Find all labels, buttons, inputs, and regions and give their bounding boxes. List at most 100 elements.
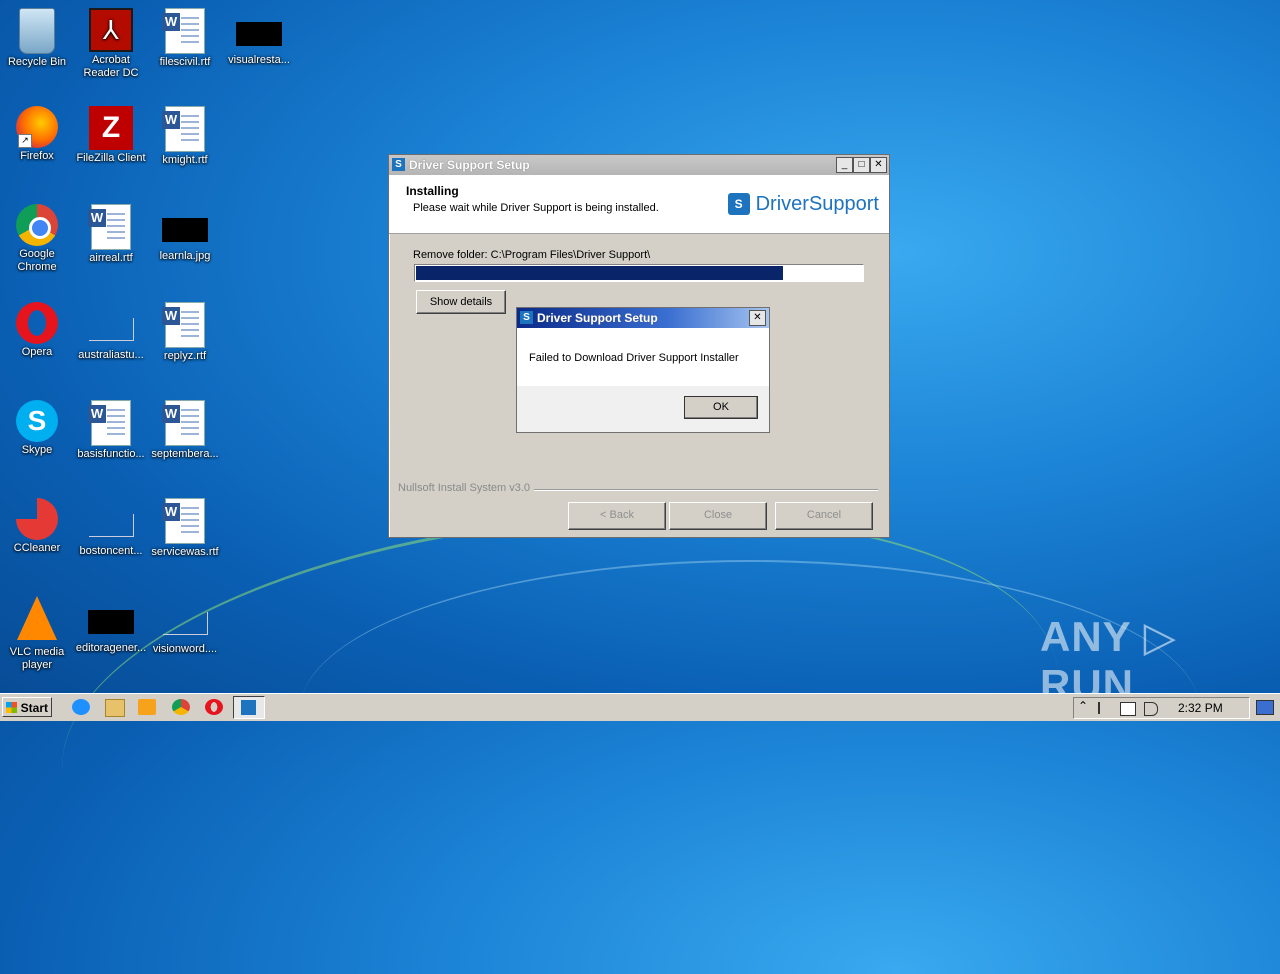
desktop-icon-file[interactable]: W airreal.rtf [74,204,148,265]
desktop-icon-label: basisfunctio... [77,448,145,460]
installer-titlebar[interactable]: S Driver Support Setup _ □ ✕ [389,155,889,175]
word-document-icon: W [162,8,205,54]
word-document-icon: W [162,302,205,348]
desktop-icon-label: australiastu... [78,349,144,361]
desktop-icon-vlc[interactable]: VLC media player [0,596,74,672]
desktop-icon-label: CCleaner [13,542,61,554]
driver-support-logo: S DriverSupport [727,191,879,217]
driver-support-app-icon: S [392,158,405,171]
installer-header: Installing Please wait while Driver Supp… [389,175,889,234]
media-player-icon[interactable] [138,699,156,715]
desktop-icon-label: Acrobat Reader DC [83,54,139,79]
desktop-icon-label: bostoncent... [79,545,143,557]
progress-bar [414,264,864,282]
explorer-folder-icon[interactable] [105,699,125,717]
desktop-icon-firefox[interactable]: ↗ Firefox [0,106,74,163]
ccleaner-icon [16,498,58,540]
flag-icon[interactable] [1098,702,1112,714]
desktop-icon-file[interactable]: australiastu... [74,302,148,362]
desktop-icon-file[interactable]: W septembera... [148,400,222,461]
desktop-icon-label: filescivil.rtf [159,56,211,68]
network-icon[interactable] [1120,702,1136,716]
minimize-button[interactable]: _ [836,157,853,173]
desktop-icon-chrome[interactable]: Google Chrome [0,204,74,274]
desktop-icon-label: visionword.... [152,643,218,655]
desktop-icon-file[interactable]: bostoncent... [74,498,148,558]
firefox-icon: ↗ [16,106,58,148]
opera-taskbar-icon[interactable] [205,699,223,715]
vlc-icon [17,596,57,640]
ok-button[interactable]: OK [684,396,758,419]
volume-icon[interactable] [1144,702,1158,716]
desktop-icon-label: VLC media player [9,646,65,671]
skype-icon: S [16,400,58,442]
header-title: Installing [406,184,459,198]
recycle-bin-icon [19,8,55,54]
show-details-button[interactable]: Show details [416,290,506,314]
logo-text: DriverSupport [755,192,879,215]
taskbar-driver-support-button[interactable] [233,696,265,719]
message-box-title: Driver Support Setup [537,311,658,325]
desktop-icon-file[interactable]: editoragener... [74,596,148,655]
logo-icon: S [727,193,750,215]
desktop-icon-file[interactable]: W servicewas.rtf [148,498,222,559]
desktop-icon-label: kmight.rtf [162,154,208,166]
message-box-body: Failed to Download Driver Support Instal… [517,328,769,386]
ie-icon[interactable] [72,699,90,715]
desktop-icon-label: Google Chrome [17,248,57,273]
cancel-button[interactable]: Cancel [775,502,873,530]
desktop-icon-label: editoragener... [75,642,147,654]
desktop-icon-file[interactable]: W kmight.rtf [148,106,222,167]
desktop-icon-label: visualresta... [228,54,290,66]
error-message: Failed to Download Driver Support Instal… [529,352,739,364]
desktop-icon-recycle-bin[interactable]: Recycle Bin [0,8,74,69]
thumbnail-icon [236,22,282,46]
desktop-icon-file[interactable]: learnla.jpg [148,204,222,263]
desktop-icon-file[interactable]: W filescivil.rtf [148,8,222,69]
close-button[interactable]: Close [669,502,767,530]
desktop-icon-file[interactable]: visualresta... [222,8,296,67]
desktop-icon-acrobat[interactable]: ⅄ Acrobat Reader DC [74,8,148,80]
start-label: Start [20,701,48,715]
desktop-icon-label: airreal.rtf [89,252,133,264]
blank-file-icon [162,612,208,635]
system-tray: ⌃ 2:32 PM [1073,697,1250,719]
desktop-icon-file[interactable]: W replyz.rtf [148,302,222,363]
desktop-icon-label: learnla.jpg [159,250,211,262]
shortcut-arrow-icon: ↗ [18,134,32,148]
header-subtitle: Please wait while Driver Support is bein… [413,202,659,214]
nsis-branding: Nullsoft Install System v3.0 [398,482,535,494]
desktop-icon-opera[interactable]: Opera [0,302,74,359]
desktop-icon-label: Opera [21,346,53,358]
show-hidden-icons-button[interactable]: ⌃ [1078,699,1088,713]
desktop-icon-label: FileZilla Client [76,152,146,164]
window-title: Driver Support Setup [409,158,530,172]
maximize-button[interactable]: □ [853,157,870,173]
progress-fill [416,266,784,280]
desktop-icon-file[interactable]: visionword.... [148,596,222,656]
desktop-icon-label: replyz.rtf [163,350,207,362]
desktop-icon-skype[interactable]: S Skype [0,400,74,457]
close-window-button[interactable]: ✕ [870,157,887,173]
message-box-titlebar[interactable]: S Driver Support Setup ✕ [517,308,769,328]
desktop-icon-label: servicewas.rtf [151,546,219,558]
windows-logo-icon [6,702,17,713]
message-box-close-button[interactable]: ✕ [749,310,766,326]
desktop-icon-label: Skype [21,444,53,456]
clock[interactable]: 2:32 PM [1178,701,1223,715]
status-text: Remove folder: C:\Program Files\Driver S… [413,249,651,261]
back-button[interactable]: < Back [568,502,666,530]
word-document-icon: W [162,400,205,446]
desktop-icon-filezilla[interactable]: Z FileZilla Client [74,106,148,165]
chrome-taskbar-icon[interactable] [172,699,190,715]
desktop-icon-label: Recycle Bin [7,56,67,68]
desktop-icon-file[interactable]: W basisfunctio... [74,400,148,461]
desktop-icon-ccleaner[interactable]: CCleaner [0,498,74,555]
desktop-icon-label: Firefox [20,150,54,162]
show-desktop-button[interactable] [1256,700,1274,715]
chrome-icon [16,204,58,246]
thumbnail-icon [162,218,208,242]
driver-support-taskbar-icon [241,700,256,715]
start-button[interactable]: Start [2,697,52,717]
blank-file-icon [88,318,134,341]
